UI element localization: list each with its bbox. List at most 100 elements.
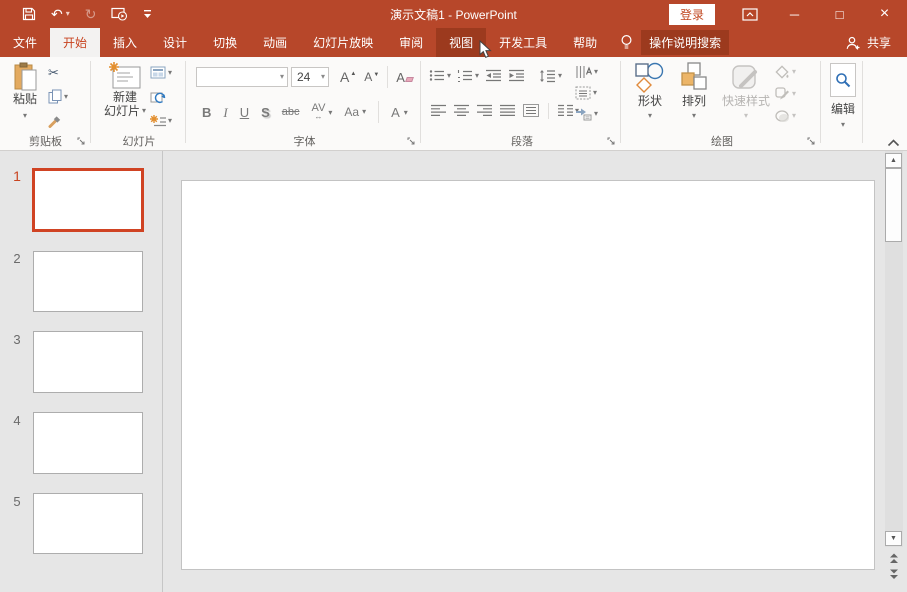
line-spacing-button[interactable]: ▾ [539, 67, 562, 84]
workspace: 1 2 3 4 5 ▲ ▼ [0, 151, 907, 592]
slide-thumbnail-3[interactable] [33, 331, 143, 393]
slides-small-buttons: ▾ ▾ [150, 64, 172, 129]
copy-button[interactable]: ▾ [48, 88, 68, 105]
slide-thumbnail-2[interactable] [33, 251, 143, 312]
tab-insert[interactable]: 插入 [100, 28, 150, 57]
slide-layout-icon [150, 66, 166, 79]
shape-outline-button[interactable]: ▾ [775, 85, 796, 102]
paste-dropdown-icon[interactable]: ▾ [23, 112, 27, 120]
arrange-button[interactable]: 排列 ▾ [675, 62, 713, 120]
tab-slideshow[interactable]: 幻灯片放映 [300, 28, 386, 57]
paste-button[interactable]: 粘贴 ▾ [6, 62, 44, 120]
signin-button[interactable]: 登录 [668, 3, 715, 25]
close-button[interactable]: × [862, 0, 907, 28]
italic-button[interactable]: I [223, 106, 227, 119]
paragraph-dialog-launcher[interactable] [607, 137, 617, 147]
tab-file[interactable]: 文件 [0, 28, 50, 57]
increase-font-size-button[interactable]: A ▲ [340, 70, 356, 84]
share-label: 共享 [866, 36, 891, 50]
strikethrough-button[interactable]: abc [282, 106, 300, 118]
drawing-dialog-launcher[interactable] [807, 137, 817, 147]
maximize-button[interactable]: □ [817, 0, 862, 28]
tab-animations[interactable]: 动画 [250, 28, 300, 57]
align-text-button[interactable]: ▾ [575, 84, 598, 101]
decrease-font-size-button[interactable]: A ▼ [364, 71, 379, 83]
editing-dropdown-icon[interactable]: ▾ [841, 121, 845, 129]
slide-thumbnail-1[interactable] [32, 168, 144, 232]
align-left-button[interactable] [431, 104, 446, 117]
slide-canvas[interactable] [181, 180, 875, 570]
bullets-button[interactable]: ▾ [429, 67, 451, 84]
section-button[interactable]: ▾ [150, 112, 172, 129]
scroll-up-button[interactable]: ▲ [885, 153, 902, 168]
tab-transitions[interactable]: 切换 [200, 28, 250, 57]
previous-slide-button[interactable] [887, 552, 901, 564]
text-shadow-button[interactable]: S [261, 106, 270, 119]
shapes-button[interactable]: 形状 ▾ [631, 62, 669, 120]
powerpoint-window: ↶▾ ↻ 演示文稿1 - PowerPoint 登录 ─ □ × 文件 开始 [0, 0, 907, 592]
clipboard-dialog-launcher[interactable] [77, 137, 87, 147]
ribbon-display-options-button[interactable] [742, 7, 758, 21]
shape-fill-button[interactable]: ▾ [775, 63, 796, 80]
tab-view[interactable]: 视图 [436, 28, 487, 57]
editing-button[interactable]: 编辑 ▾ [825, 63, 861, 129]
copy-dropdown-icon[interactable]: ▾ [64, 92, 68, 101]
tab-design[interactable]: 设计 [150, 28, 200, 57]
text-direction-button[interactable]: ▾ [575, 63, 598, 80]
reset-slide-icon [150, 92, 166, 103]
character-spacing-button[interactable]: AV ↔ ▾ [312, 103, 333, 121]
tab-home[interactable]: 开始 [50, 28, 101, 57]
slide-layout-button[interactable]: ▾ [150, 64, 172, 81]
tellme-search-box[interactable]: 操作说明搜索 [641, 30, 730, 55]
slide-thumbnail-5[interactable] [33, 493, 143, 554]
shape-effects-button[interactable]: ▾ [775, 107, 796, 124]
format-painter-button[interactable] [48, 112, 68, 129]
previous-slide-icon [890, 553, 898, 563]
paste-icon [14, 62, 36, 91]
distribute-text-button[interactable] [523, 104, 539, 117]
underline-button[interactable]: U [240, 106, 249, 119]
font-color-button[interactable]: A ▾ [391, 106, 408, 119]
font-size-combobox[interactable]: 24 ▾ [291, 67, 329, 87]
numbering-dropdown-icon: ▾ [475, 70, 480, 80]
numbering-button[interactable]: ▾ [457, 67, 479, 84]
tab-help[interactable]: 帮助 [560, 28, 610, 57]
new-slide-dropdown-icon[interactable]: ▾ [142, 107, 146, 115]
slide-thumbnail-4[interactable] [33, 412, 143, 474]
new-slide-button[interactable]: 新建 幻灯片 ▾ [102, 62, 148, 118]
change-case-dropdown-icon: ▾ [362, 107, 367, 116]
minimize-button[interactable]: ─ [772, 0, 817, 28]
quick-styles-button[interactable]: 快速样式 ▾ [717, 62, 775, 120]
align-center-icon [454, 104, 469, 116]
decrease-indent-button[interactable] [485, 67, 502, 84]
scrollbar-thumb[interactable] [885, 168, 902, 242]
increase-indent-icon [509, 69, 525, 82]
new-slide-icon [109, 62, 141, 89]
arrange-label: 排列 [681, 94, 706, 108]
slide-number-4: 4 [13, 413, 21, 428]
next-slide-button[interactable] [887, 568, 901, 580]
collapse-ribbon-button[interactable] [887, 139, 900, 147]
cut-button[interactable]: ✂ [48, 64, 68, 81]
scroll-down-button[interactable]: ▼ [885, 531, 902, 546]
section-dropdown-icon[interactable]: ▾ [168, 116, 172, 125]
convert-to-smartart-button[interactable]: ▾ [575, 105, 598, 122]
clear-formatting-button[interactable]: A [396, 71, 414, 84]
reset-slide-button[interactable] [150, 88, 172, 105]
editing-group: 编辑 ▾ [823, 57, 863, 150]
increase-indent-button[interactable] [508, 67, 525, 84]
slide-layout-dropdown-icon[interactable]: ▾ [168, 68, 172, 77]
arrange-dropdown-icon[interactable]: ▾ [692, 112, 696, 120]
tab-review[interactable]: 审阅 [386, 28, 436, 57]
shapes-dropdown-icon[interactable]: ▾ [648, 112, 652, 120]
justify-button[interactable] [500, 104, 515, 117]
change-case-button[interactable]: Aa ▾ [344, 106, 366, 118]
new-slide-label-line1: 新建 [112, 90, 137, 104]
tab-developer[interactable]: 开发工具 [486, 28, 560, 57]
share-button[interactable]: 共享 [846, 28, 891, 57]
bold-button[interactable]: B [202, 106, 211, 119]
font-name-combobox[interactable]: ▾ [196, 67, 288, 87]
align-right-button[interactable] [477, 104, 492, 117]
align-center-button[interactable] [454, 104, 469, 117]
font-dialog-launcher[interactable] [407, 137, 417, 147]
